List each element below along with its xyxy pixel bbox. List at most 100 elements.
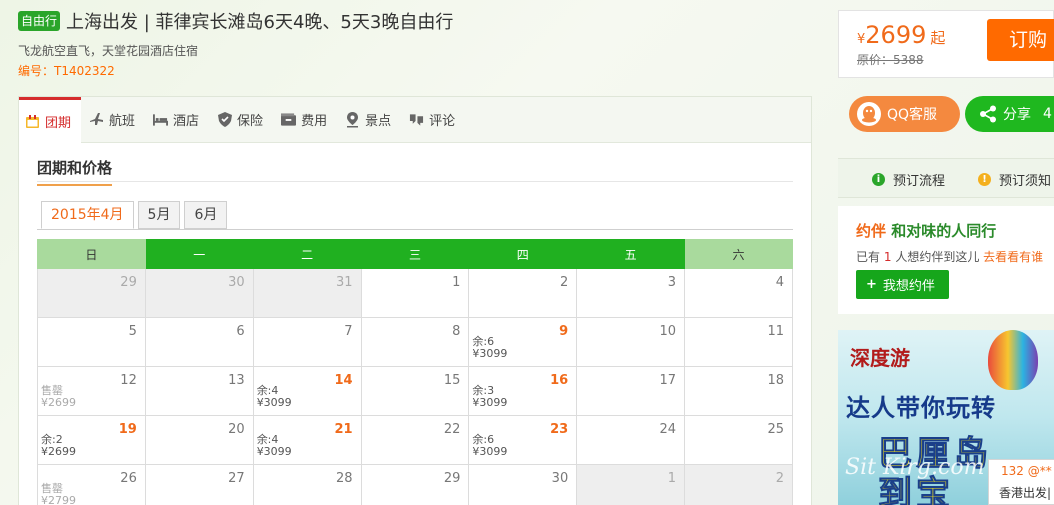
qq-service-button[interactable]: QQ客服 bbox=[849, 96, 960, 132]
day-number: 29 bbox=[120, 275, 137, 290]
tab-label: 评论 bbox=[429, 114, 456, 129]
price-calendar: 日一二三四五六 29 30 31 1 2 3 4 5 6 7 8 9 余:6 ¥3099 10 11 12 售罄 ¥… bbox=[37, 239, 793, 505]
chat-text: 香港出发| bbox=[999, 486, 1052, 500]
calendar-day-departure[interactable]: 9 余:6 ¥3099 bbox=[468, 317, 578, 367]
calendar-day: 3 bbox=[576, 268, 686, 318]
day-number: 21 bbox=[334, 422, 353, 437]
day-info: 余:2 ¥2699 bbox=[41, 434, 76, 458]
chat-phone: 132 @** bbox=[1001, 464, 1052, 478]
day-number: 4 bbox=[775, 275, 784, 290]
month-tab-apr[interactable]: 2015年4月 bbox=[41, 201, 134, 229]
flow-label: 预订流程 bbox=[893, 174, 946, 189]
booking-notice-link[interactable]: ! 预订须知 bbox=[978, 170, 1051, 189]
buddy-link[interactable]: 去看看有谁 bbox=[983, 250, 1043, 264]
calendar-day-departure[interactable]: 19 余:2 ¥2699 bbox=[37, 415, 146, 465]
watermark: Sit Kirg.com bbox=[845, 455, 985, 480]
day-number: 18 bbox=[767, 373, 784, 388]
product-subtitle: 飞龙航空直飞，天堂花园酒店住宿 bbox=[18, 44, 199, 58]
tab-cost[interactable]: 费用 bbox=[273, 97, 337, 143]
pin-icon bbox=[345, 111, 360, 127]
share-button[interactable]: 分享 4 bbox=[965, 96, 1054, 132]
day-number: 20 bbox=[228, 422, 245, 437]
tab-flight[interactable]: 航班 bbox=[81, 97, 145, 143]
divider bbox=[37, 181, 793, 182]
calendar-day-departure[interactable]: 23 余:6 ¥3099 bbox=[468, 415, 578, 465]
calendar-day: 10 bbox=[576, 317, 686, 367]
day-number: 3 bbox=[667, 275, 677, 290]
calendar-day: 6 bbox=[144, 317, 254, 367]
day-price: ¥3099 bbox=[472, 445, 508, 458]
weekday-header: 五 bbox=[576, 239, 686, 269]
calendar-day-other-month: 2 bbox=[684, 464, 793, 505]
qq-label: QQ客服 bbox=[887, 107, 938, 123]
buddy-title: 约伴 和对味的人同行 bbox=[856, 220, 996, 241]
share-label: 分享 bbox=[1003, 107, 1031, 123]
tab-hotel[interactable]: 酒店 bbox=[145, 97, 209, 143]
day-number: 8 bbox=[452, 324, 461, 339]
chat-popup[interactable]: 132 @** 香港出发| bbox=[988, 459, 1054, 505]
day-number: 25 bbox=[767, 422, 784, 437]
price-box: ¥2699 起 原价：5388 订购 bbox=[838, 10, 1054, 78]
tab-insurance[interactable]: 保险 bbox=[209, 97, 273, 143]
book-button[interactable]: 订购 bbox=[987, 19, 1054, 61]
want-buddy-button[interactable]: + 我想约伴 bbox=[856, 270, 949, 299]
weekday-header: 三 bbox=[360, 239, 470, 269]
day-number: 22 bbox=[443, 422, 461, 437]
buddy-title-text: 和对味的人同行 bbox=[891, 222, 997, 240]
tab-label: 保险 bbox=[237, 114, 264, 129]
shield-icon bbox=[217, 112, 232, 127]
calendar-day: 30 bbox=[468, 464, 578, 505]
day-info: 余:4 ¥3099 bbox=[257, 434, 292, 458]
info-icon: i bbox=[872, 173, 885, 186]
share-count: 4 bbox=[1043, 106, 1052, 122]
day-number: 9 bbox=[559, 324, 569, 339]
want-buddy-label: 我想约伴 bbox=[882, 279, 935, 294]
bed-icon bbox=[153, 112, 169, 127]
day-number: 10 bbox=[659, 324, 677, 339]
calendar-day-departure[interactable]: 21 余:4 ¥3099 bbox=[252, 415, 362, 465]
promo-brand: 深度游 bbox=[850, 346, 910, 370]
day-number: 17 bbox=[659, 373, 677, 388]
month-tab-may[interactable]: 5月 bbox=[137, 201, 181, 229]
day-info: 余:3 ¥3099 bbox=[472, 385, 507, 409]
day-number: 30 bbox=[228, 275, 245, 290]
tab-schedule[interactable]: 团期 bbox=[19, 96, 82, 144]
month-tab-jun[interactable]: 6月 bbox=[184, 201, 228, 229]
calendar-day-departure: 26 售罄 ¥2799 bbox=[37, 464, 146, 505]
calendar-day: 2 bbox=[468, 268, 578, 318]
product-code: 编号：T1402322 bbox=[18, 64, 115, 78]
wallet-icon bbox=[281, 112, 297, 127]
weekday-header: 四 bbox=[468, 239, 578, 269]
calendar-day-departure: 12 售罄 ¥2699 bbox=[37, 366, 146, 416]
tab-comments[interactable]: 评论 bbox=[401, 97, 465, 143]
tab-label: 景点 bbox=[365, 114, 392, 129]
calendar-week-row: 19 余:2 ¥2699 20 21 余:4 ¥3099 22 23 余:6 ¥3099 24 25 bbox=[37, 415, 793, 465]
calendar-week-row: 12 售罄 ¥2699 13 14 余:4 ¥3099 15 16 余:3 ¥3099 17 18 bbox=[37, 366, 793, 416]
day-number: 24 bbox=[659, 422, 677, 437]
calendar-day-other-month: 1 bbox=[576, 464, 686, 505]
tab-spots[interactable]: 景点 bbox=[337, 97, 401, 143]
calendar-day: 4 bbox=[684, 268, 793, 318]
weekday-header: 六 bbox=[684, 239, 793, 269]
calendar-day-departure[interactable]: 14 余:4 ¥3099 bbox=[252, 366, 362, 416]
booking-flow-link[interactable]: i 预订流程 bbox=[872, 170, 945, 189]
tab-label: 航班 bbox=[109, 114, 136, 129]
tab-label: 费用 bbox=[301, 114, 328, 129]
original-price: 原价：5388 bbox=[857, 53, 924, 67]
day-price: ¥2699 bbox=[41, 445, 76, 458]
price-value: 2699 bbox=[865, 21, 927, 49]
qq-icon bbox=[857, 102, 881, 126]
calendar-day: 17 bbox=[576, 366, 686, 416]
calendar-day-departure[interactable]: 16 余:3 ¥3099 bbox=[468, 366, 578, 416]
calendar-week-row: 26 售罄 ¥2799 27 28 29 30 1 2 bbox=[37, 464, 793, 505]
weekday-row: 日一二三四五六 bbox=[37, 239, 793, 269]
buddy-count: 1 bbox=[883, 250, 892, 264]
day-number: 30 bbox=[551, 471, 569, 486]
buddy-line: 已有 1 人想约伴到这儿 去看看有谁 bbox=[856, 248, 1043, 265]
day-number: 1 bbox=[667, 471, 677, 486]
day-info: 售罄 ¥2799 bbox=[41, 483, 76, 505]
day-info: 余:4 ¥3099 bbox=[257, 385, 292, 409]
day-number: 14 bbox=[334, 373, 353, 388]
calendar-day-other-month: 30 bbox=[144, 268, 254, 318]
buddy-title-mark: 约伴 bbox=[856, 222, 887, 240]
